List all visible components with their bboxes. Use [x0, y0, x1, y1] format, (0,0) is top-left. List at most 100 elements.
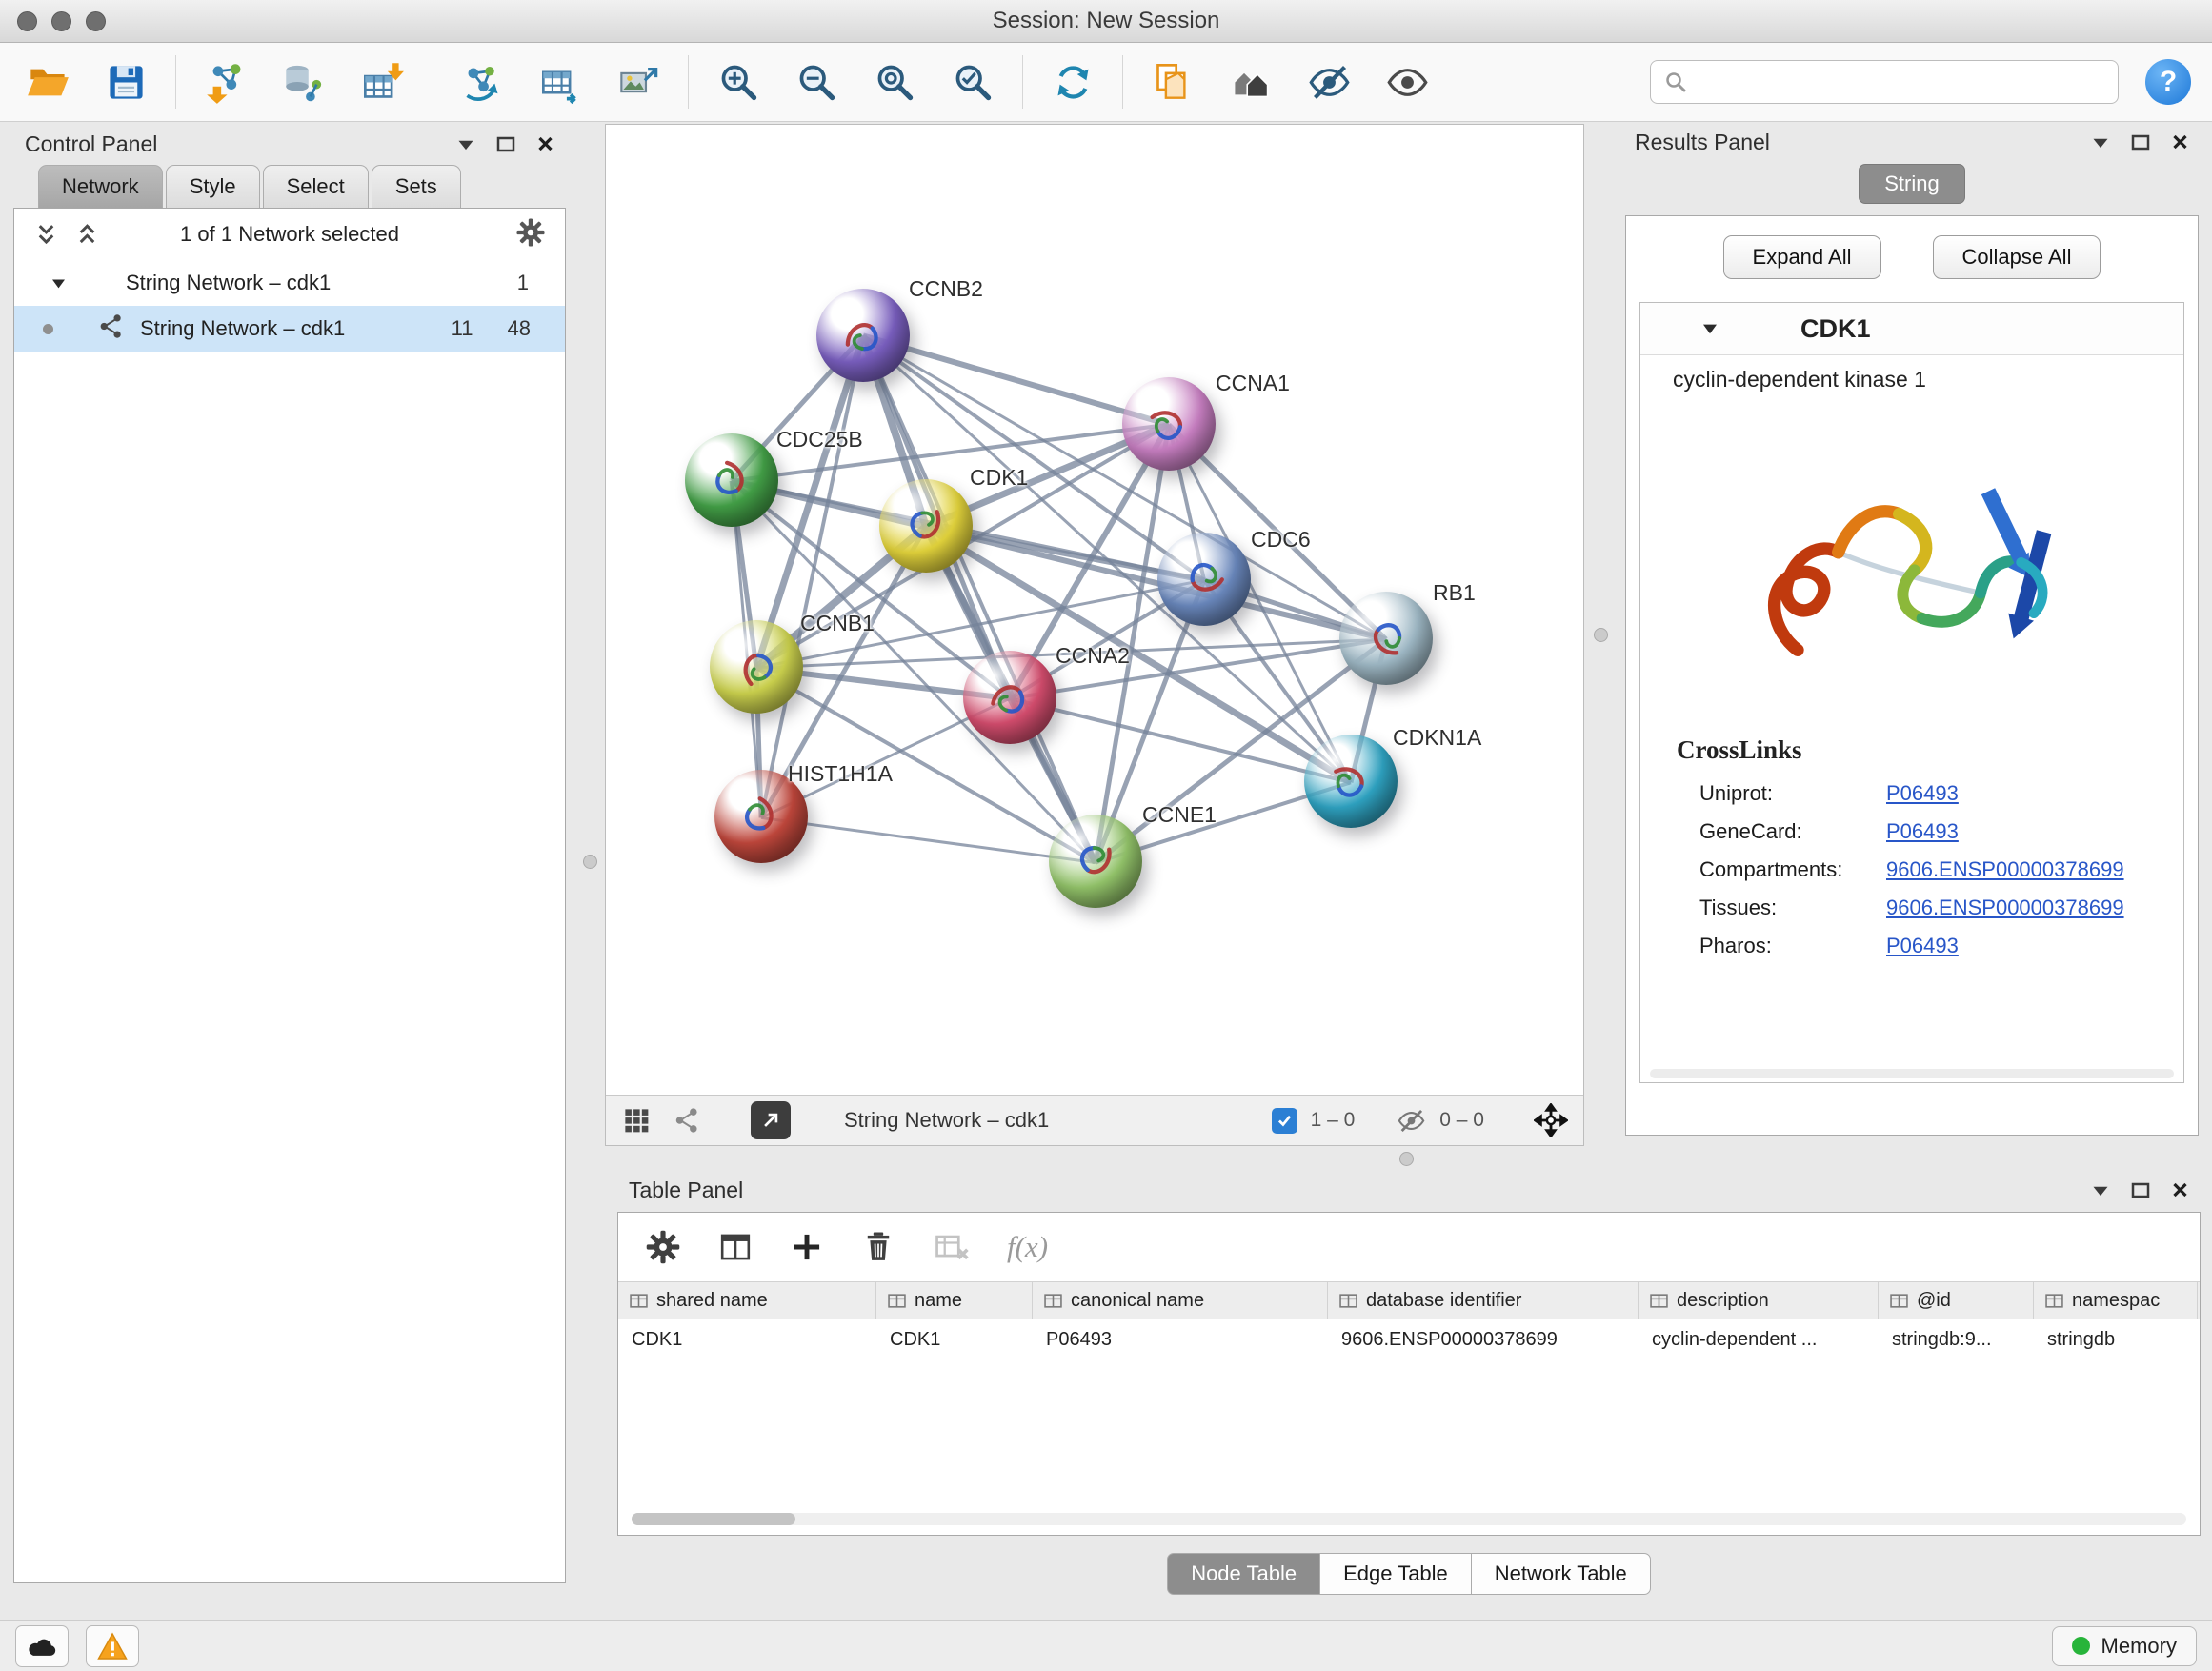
first-neighbors-button[interactable] [1224, 55, 1277, 109]
warning-button[interactable] [86, 1625, 139, 1667]
expand-all-icon[interactable] [33, 222, 59, 248]
splitter-handle[interactable] [583, 855, 597, 869]
table-row[interactable]: CDK1CDK1P064939606.ENSP00000378699cyclin… [618, 1319, 2200, 1359]
tab-string[interactable]: String [1859, 164, 1964, 204]
network-node-rb1[interactable] [1339, 592, 1433, 685]
network-edge[interactable] [761, 335, 863, 817]
grid-view-icon[interactable] [621, 1105, 652, 1136]
column-header-namespac[interactable]: namespac [2034, 1282, 2198, 1319]
gene-section-header[interactable]: CDK1 [1640, 303, 2183, 355]
selected-checkbox-icon[interactable] [1272, 1108, 1297, 1134]
birdseye-view-button[interactable] [751, 1101, 791, 1139]
results-scrollbar[interactable] [1650, 1069, 2174, 1078]
column-header--id[interactable]: @id [1879, 1282, 2034, 1319]
float-panel-icon[interactable] [496, 136, 515, 152]
network-edge[interactable] [761, 817, 1096, 862]
zoom-selected-button[interactable] [946, 55, 999, 109]
network-node-cdk1[interactable] [879, 479, 973, 573]
add-column-icon[interactable] [790, 1230, 824, 1264]
table-cell[interactable]: 9606.ENSP00000378699 [1328, 1319, 1639, 1359]
panel-caret-icon[interactable] [456, 137, 475, 151]
hide-selected-button[interactable] [1302, 55, 1356, 109]
memory-indicator-button[interactable]: Memory [2052, 1626, 2197, 1666]
export-image-button[interactable] [612, 55, 665, 109]
compartments-link[interactable]: 9606.ENSP00000378699 [1886, 857, 2124, 882]
float-panel-icon[interactable] [2131, 134, 2150, 151]
table-horizontal-scrollbar[interactable] [632, 1513, 2186, 1525]
table-cell[interactable]: CDK1 [876, 1319, 1033, 1359]
uniprot-link[interactable]: P06493 [1886, 781, 1959, 806]
close-panel-icon[interactable] [2171, 1181, 2189, 1198]
pharos-link[interactable]: P06493 [1886, 934, 1959, 958]
tab-edge-table[interactable]: Edge Table [1319, 1553, 1472, 1595]
close-panel-icon[interactable] [2171, 133, 2189, 151]
disclosure-triangle-icon[interactable] [50, 277, 67, 290]
zoom-out-button[interactable] [790, 55, 843, 109]
tab-network-table[interactable]: Network Table [1471, 1553, 1651, 1595]
zoom-fit-button[interactable] [868, 55, 921, 109]
tab-sets[interactable]: Sets [372, 165, 461, 208]
column-header-shared-name[interactable]: shared name [618, 1282, 876, 1319]
delete-column-trash-icon[interactable] [860, 1229, 896, 1265]
collapse-all-icon[interactable] [74, 222, 100, 248]
network-canvas[interactable]: CCNB2CCNA1CDC25BCDK1CDC6RB1CCNB1CCNA2CDK… [606, 125, 1583, 1095]
export-network-button[interactable] [455, 55, 509, 109]
toolbar-search-input[interactable] [1697, 70, 2104, 94]
column-header-database-identifier[interactable]: database identifier [1328, 1282, 1639, 1319]
panel-caret-icon[interactable] [2091, 135, 2110, 150]
network-node-ccna1[interactable] [1122, 377, 1216, 471]
import-network-button[interactable] [199, 55, 252, 109]
table-cell[interactable]: cyclin-dependent ... [1639, 1319, 1879, 1359]
close-window-button[interactable] [17, 11, 37, 31]
import-network-database-button[interactable] [277, 55, 331, 109]
network-row-selected[interactable]: String Network – cdk1 11 48 [14, 306, 565, 352]
tissues-link[interactable]: 9606.ENSP00000378699 [1886, 896, 2124, 920]
network-node-cdc6[interactable] [1157, 533, 1251, 626]
new-network-from-selection-button[interactable] [1146, 55, 1199, 109]
show-all-button[interactable] [1380, 55, 1434, 109]
network-collection-row[interactable]: String Network – cdk1 1 [14, 260, 565, 306]
network-node-ccne1[interactable] [1049, 815, 1142, 908]
show-columns-icon[interactable] [717, 1229, 754, 1265]
column-header-canonical-name[interactable]: canonical name [1033, 1282, 1328, 1319]
column-header-name[interactable]: name [876, 1282, 1033, 1319]
help-button[interactable]: ? [2145, 59, 2191, 105]
network-node-ccna2[interactable] [963, 651, 1056, 744]
column-header-description[interactable]: description [1639, 1282, 1879, 1319]
section-disclosure-icon[interactable] [1701, 322, 1719, 335]
network-node-ccnb2[interactable] [816, 289, 910, 382]
float-panel-icon[interactable] [2131, 1182, 2150, 1198]
tab-node-table[interactable]: Node Table [1167, 1553, 1320, 1595]
network-node-ccnb1[interactable] [710, 620, 803, 714]
tab-network[interactable]: Network [38, 165, 163, 208]
splitter-handle[interactable] [1594, 628, 1608, 642]
table-cell[interactable]: stringdb:9... [1879, 1319, 2034, 1359]
table-cell[interactable]: P06493 [1033, 1319, 1328, 1359]
cloud-button[interactable] [15, 1625, 69, 1667]
network-node-cdc25b[interactable] [685, 433, 778, 527]
splitter-handle[interactable] [1399, 1152, 1414, 1166]
table-settings-gear-icon[interactable] [645, 1229, 681, 1265]
open-session-button[interactable] [21, 55, 74, 109]
tab-style[interactable]: Style [166, 165, 260, 208]
network-node-cdkn1a[interactable] [1304, 735, 1398, 828]
close-panel-icon[interactable] [536, 135, 554, 152]
table-cell[interactable]: stringdb [2034, 1319, 2198, 1359]
panel-caret-icon[interactable] [2091, 1183, 2110, 1198]
network-edge[interactable] [863, 335, 1096, 862]
gear-icon[interactable] [515, 217, 546, 248]
export-table-button[interactable] [533, 55, 587, 109]
zoom-window-button[interactable] [86, 11, 106, 31]
save-session-button[interactable] [99, 55, 152, 109]
function-builder-button[interactable]: f(x) [1007, 1230, 1048, 1264]
share-view-icon[interactable] [673, 1106, 701, 1135]
tab-select[interactable]: Select [263, 165, 369, 208]
zoom-in-button[interactable] [712, 55, 765, 109]
table-cell[interactable]: CDK1 [618, 1319, 876, 1359]
collapse-all-button[interactable]: Collapse All [1933, 235, 2101, 279]
scrollbar-thumb[interactable] [632, 1513, 795, 1525]
pan-move-icon[interactable] [1534, 1103, 1568, 1137]
refresh-layout-button[interactable] [1046, 55, 1099, 109]
expand-all-button[interactable]: Expand All [1723, 235, 1881, 279]
import-table-button[interactable] [355, 55, 409, 109]
